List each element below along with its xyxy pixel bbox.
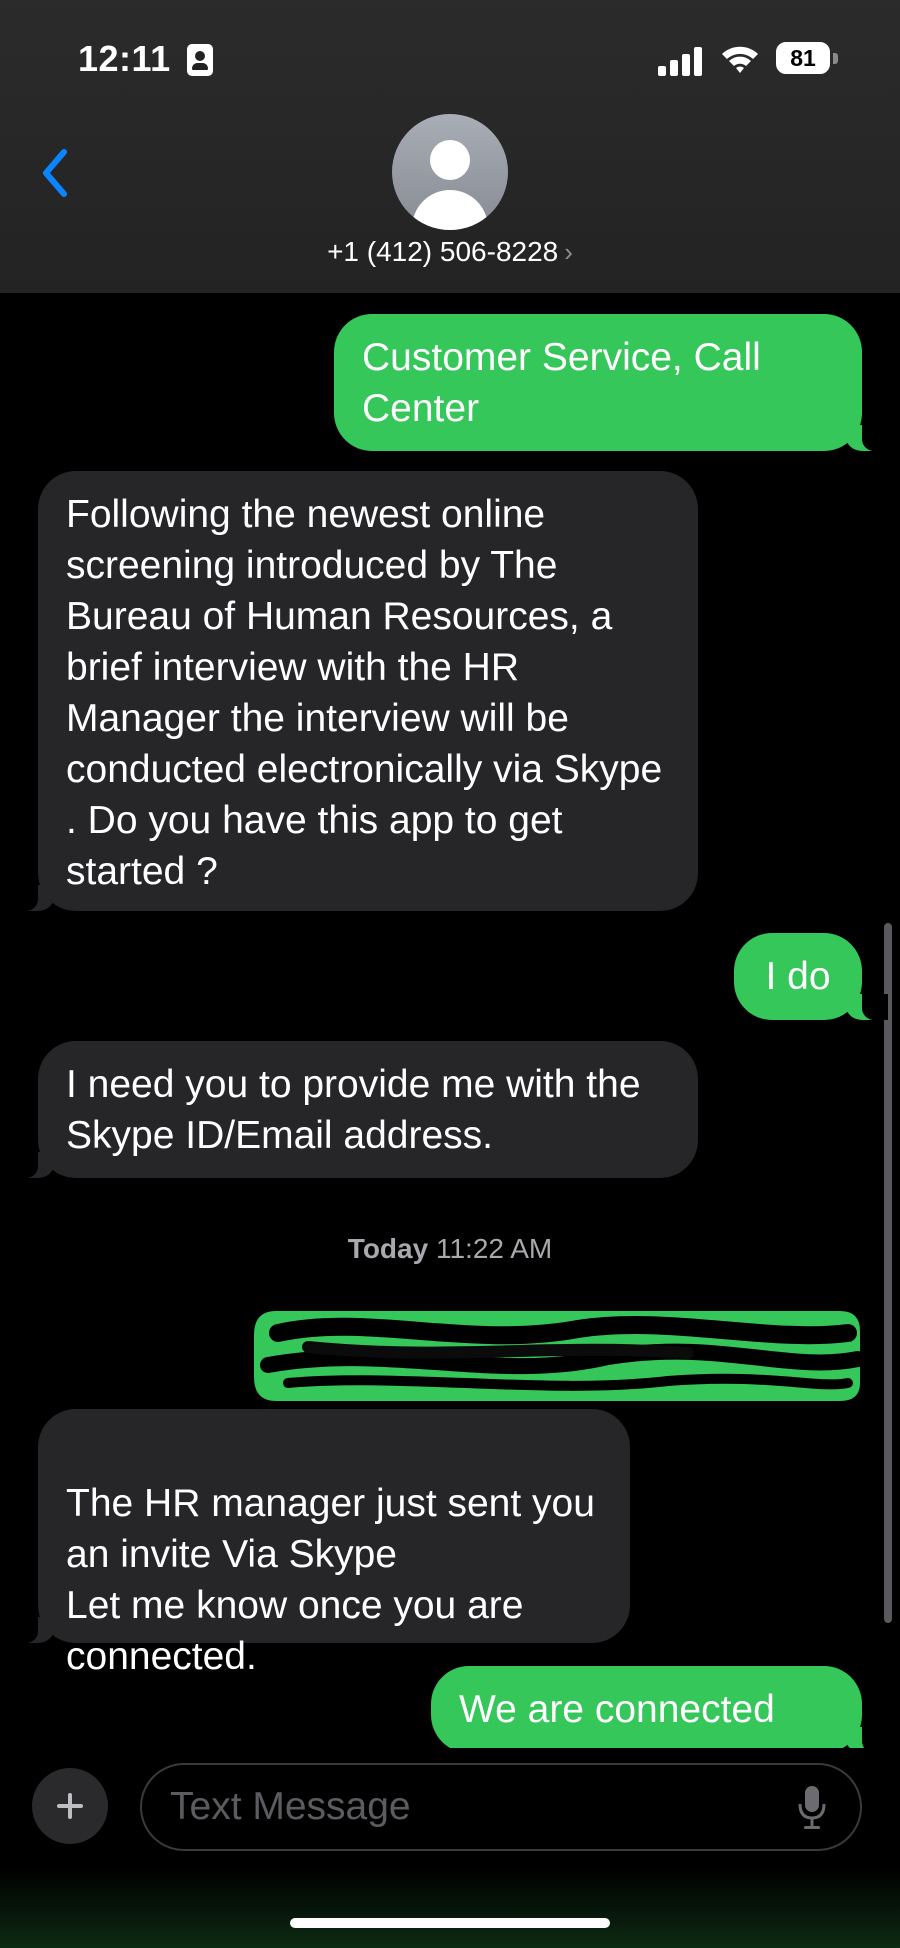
contact-avatar[interactable] (392, 114, 508, 230)
battery-icon: 81 (776, 42, 838, 76)
home-indicator (290, 1918, 610, 1928)
contact-name-button[interactable]: +1 (412) 506-8228 › (0, 236, 900, 268)
status-time: 12:11 (78, 38, 171, 79)
cellular-signal-icon (658, 46, 704, 76)
timestamp-time: 11:22 AM (435, 1233, 553, 1264)
status-bar: 12:11 81 (0, 0, 900, 120)
contact-phone-number: +1 (412) 506-8228 (327, 236, 559, 267)
message-thread[interactable]: Customer Service, Call Center Following … (0, 293, 900, 1755)
message-bubble-received[interactable]: Following the newest online screening in… (12, 471, 698, 911)
microphone-icon[interactable] (796, 1784, 828, 1832)
message-bubble-sent[interactable]: I do (734, 933, 888, 1020)
redacted-message-bubble[interactable] (248, 1303, 868, 1403)
message-text: Following the newest online screening in… (66, 493, 663, 893)
message-text: I do (765, 955, 831, 998)
message-text: The HR manager just sent you an invite V… (66, 1482, 595, 1678)
message-text: We are connected (459, 1688, 775, 1731)
add-attachment-button[interactable] (32, 1768, 108, 1844)
chevron-right-icon: › (564, 237, 573, 267)
timestamp-day: Today (347, 1233, 429, 1264)
wifi-icon (722, 46, 758, 73)
back-chevron-icon[interactable] (36, 146, 76, 200)
scrollbar[interactable] (884, 923, 892, 1623)
conversation-header: 12:11 81 +1 (412) 506-8228 › (0, 0, 900, 293)
message-bubble-received[interactable]: The HR manager just sent you an invite V… (12, 1409, 630, 1678)
battery-level: 81 (790, 45, 816, 71)
message-bubble-sent[interactable]: Customer Service, Call Center (334, 314, 888, 451)
contact-card-icon (187, 44, 213, 76)
message-text: I need you to provide me with the Skype … (66, 1063, 641, 1157)
message-bubble-received[interactable]: I need you to provide me with the Skype … (12, 1041, 698, 1178)
text-message-input[interactable] (140, 1763, 862, 1851)
message-timestamp: Today 11:22 AM (0, 1233, 900, 1265)
message-bubble-sent[interactable]: We are connected (431, 1666, 888, 1753)
message-text: Customer Service, Call Center (362, 336, 761, 430)
